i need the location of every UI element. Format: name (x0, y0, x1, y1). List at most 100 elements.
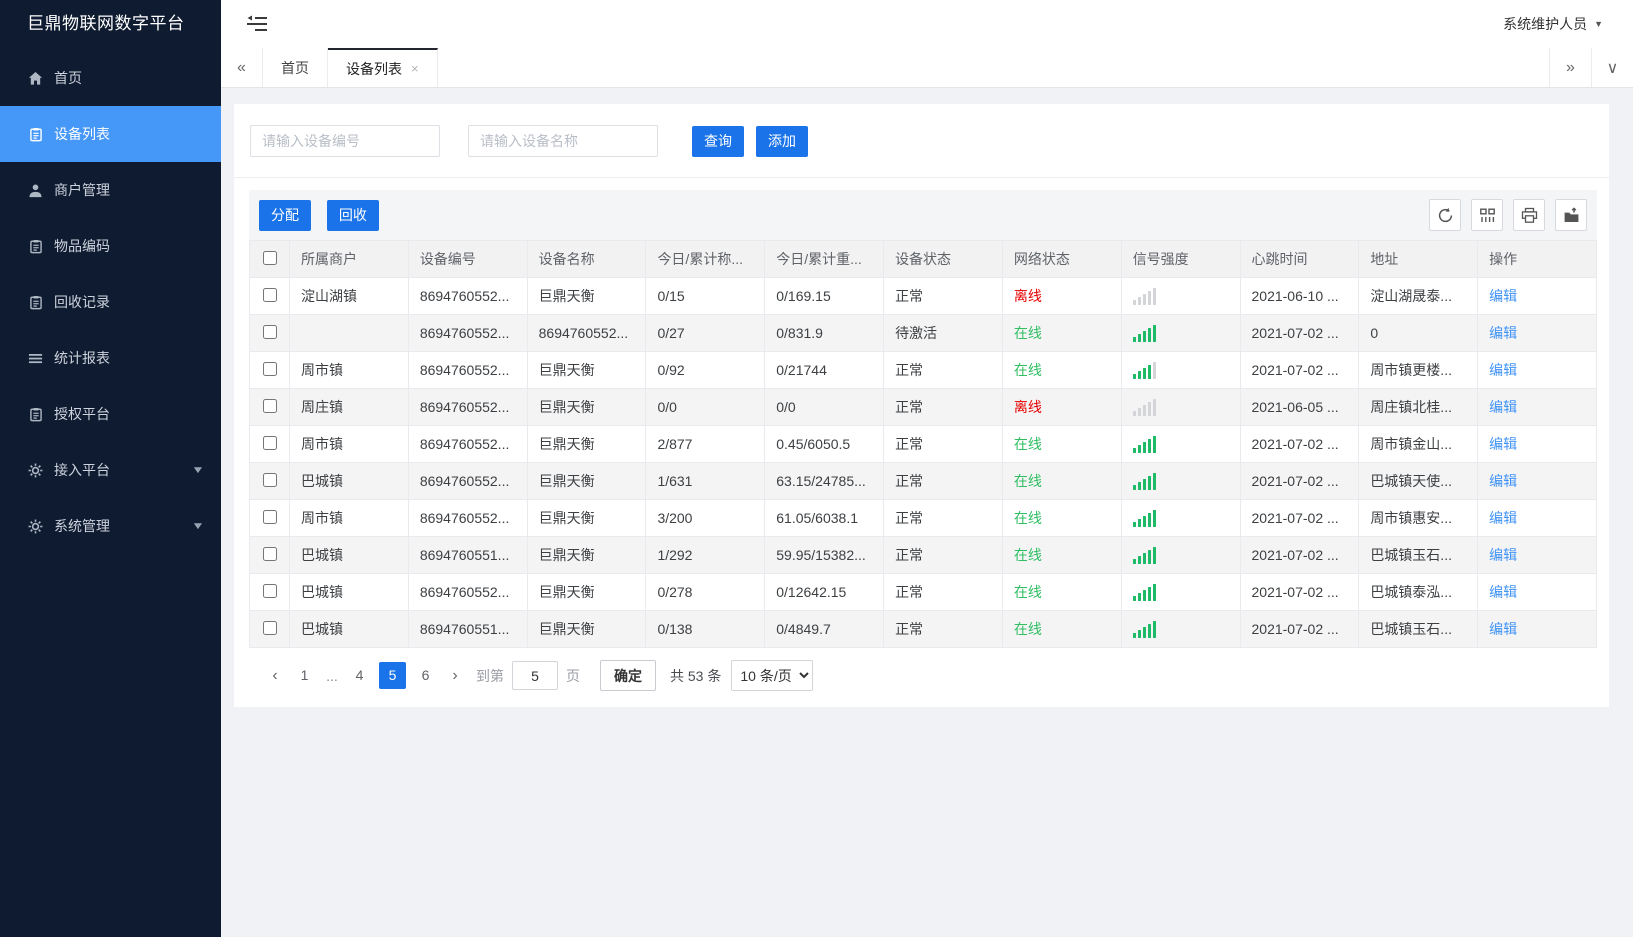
signal-bar (1132, 374, 1136, 379)
signal-bar (1142, 627, 1146, 638)
tab-1[interactable]: 首页 (263, 48, 328, 87)
address-cell: 周市镇更楼... (1358, 351, 1479, 389)
row-checkbox[interactable] (262, 509, 277, 524)
edit-link[interactable]: 编辑 (1489, 436, 1517, 452)
signal-bar (1137, 630, 1141, 638)
row-checkbox[interactable] (262, 546, 277, 561)
column-header: 今日/累计重... (764, 240, 885, 278)
signal-bar (1152, 399, 1156, 416)
row-checkbox[interactable] (262, 620, 277, 635)
sidebar-item-label: 系统管理 (54, 518, 110, 534)
print-icon[interactable] (1513, 199, 1545, 231)
edit-link[interactable]: 编辑 (1489, 288, 1517, 304)
page-number[interactable]: 4 (346, 662, 373, 689)
sidebar-item-5[interactable]: 回收记录 (0, 274, 221, 330)
edit-link[interactable]: 编辑 (1489, 584, 1517, 600)
select-all-checkbox[interactable] (262, 250, 277, 265)
heartbeat-cell: 2021-06-10 ... (1239, 277, 1360, 315)
goto-confirm-button[interactable]: 确定 (600, 660, 656, 691)
row-checkbox[interactable] (262, 435, 277, 450)
device-name-cell: 巨鼎天衡 (526, 462, 647, 500)
signal-strength-cell (1120, 536, 1241, 574)
tabs-scroll-left-icon[interactable]: « (221, 48, 263, 87)
action-cell: 编辑 (1477, 573, 1597, 611)
edit-link[interactable]: 编辑 (1489, 362, 1517, 378)
goto-page-input[interactable] (512, 661, 558, 690)
column-header: 信号强度 (1120, 240, 1241, 278)
signal-bar (1132, 596, 1136, 601)
action-cell: 编辑 (1477, 462, 1597, 500)
row-checkbox[interactable] (262, 583, 277, 598)
today-weight-cell: 0/21744 (764, 351, 885, 389)
chevron-down-icon: ▼ (191, 464, 205, 476)
page-size-select[interactable]: 10 条/页 (731, 660, 814, 691)
signal-bar (1137, 519, 1141, 527)
device-name-input[interactable] (468, 125, 658, 157)
row-checkbox[interactable] (262, 472, 277, 487)
device-status-cell: 正常 (883, 351, 1003, 389)
sidebar-item-3[interactable]: 商户管理 (0, 162, 221, 218)
next-page-icon[interactable]: › (442, 667, 468, 685)
action-cell: 编辑 (1477, 314, 1597, 352)
sidebar-item-8[interactable]: 接入平台 ▼ (0, 442, 221, 498)
action-cell: 编辑 (1477, 536, 1597, 574)
signal-bar (1142, 516, 1146, 527)
row-checkbox[interactable] (262, 287, 277, 302)
column-header: 地址 (1358, 240, 1479, 278)
network-status-badge: 在线 (1013, 325, 1042, 341)
edit-link[interactable]: 编辑 (1489, 325, 1517, 341)
table-row: 周庄镇 8694760552... 巨鼎天衡 0/0 0/0 正常 离线 2021-06-05… (249, 388, 1597, 426)
device-no-cell: 8694760552... (407, 462, 528, 500)
recycle-button[interactable]: 回收 (326, 199, 379, 231)
tab-2[interactable]: 设备列表 × (328, 48, 438, 87)
row-checkbox[interactable] (262, 324, 277, 339)
table-row: 巴城镇 8694760552... 巨鼎天衡 0/278 0/12642.15 正常 在线 2… (249, 573, 1597, 611)
page-number[interactable]: 5 (379, 662, 406, 689)
edit-link[interactable]: 编辑 (1489, 473, 1517, 489)
row-select-cell (249, 351, 290, 389)
edit-link[interactable]: 编辑 (1489, 399, 1517, 415)
query-button[interactable]: 查询 (692, 125, 744, 157)
sidebar-toggle-icon[interactable] (246, 14, 268, 34)
heartbeat-cell: 2021-07-02 ... (1239, 610, 1360, 648)
sidebar: 巨鼎物联网数字平台 首页 设备列表 商户管理 物品编码 回收记录 统计报表 授权平台 接入平台… (0, 0, 221, 937)
today-count-cell: 1/631 (645, 462, 766, 500)
today-count-cell: 0/15 (645, 277, 766, 315)
sidebar-item-1[interactable]: 首页 (0, 50, 221, 106)
signal-bar (1142, 294, 1146, 305)
address-cell: 巴城镇天使... (1358, 462, 1479, 500)
edit-link[interactable]: 编辑 (1489, 510, 1517, 526)
app-title: 巨鼎物联网数字平台 (27, 14, 185, 33)
sidebar-item-7[interactable]: 授权平台 (0, 386, 221, 442)
sidebar-item-6[interactable]: 统计报表 (0, 330, 221, 386)
edit-link[interactable]: 编辑 (1489, 621, 1517, 637)
action-cell: 编辑 (1477, 425, 1597, 463)
refresh-icon[interactable] (1429, 199, 1461, 231)
sidebar-item-label: 接入平台 (54, 462, 110, 478)
columns-icon[interactable] (1471, 199, 1503, 231)
sidebar-item-9[interactable]: 系统管理 ▼ (0, 498, 221, 554)
sidebar-item-2[interactable]: 设备列表 (0, 106, 221, 162)
export-icon[interactable] (1555, 199, 1587, 231)
sidebar-item-4[interactable]: 物品编码 (0, 218, 221, 274)
add-button[interactable]: 添加 (756, 125, 808, 157)
tabs-more-icon[interactable]: ∨ (1591, 48, 1633, 87)
page-number[interactable]: 1 (291, 662, 318, 689)
heartbeat-cell: 2021-07-02 ... (1239, 462, 1360, 500)
page-number[interactable]: 6 (412, 662, 439, 689)
signal-bar (1132, 633, 1136, 638)
today-count-cell: 3/200 (645, 499, 766, 537)
edit-link[interactable]: 编辑 (1489, 547, 1517, 563)
signal-strength-cell (1120, 314, 1241, 352)
signal-strength-cell (1120, 351, 1241, 389)
assign-button[interactable]: 分配 (259, 199, 311, 231)
tabs-scroll-right-icon[interactable]: » (1549, 48, 1591, 87)
row-checkbox[interactable] (262, 361, 277, 376)
close-icon[interactable]: × (411, 61, 419, 76)
prev-page-icon[interactable]: ‹ (262, 667, 288, 685)
row-checkbox[interactable] (262, 398, 277, 413)
signal-bar (1147, 587, 1151, 601)
device-status-cell: 正常 (883, 536, 1003, 574)
user-menu[interactable]: 系统维护人员 ▼ (1503, 14, 1603, 34)
device-no-input[interactable] (250, 125, 440, 157)
